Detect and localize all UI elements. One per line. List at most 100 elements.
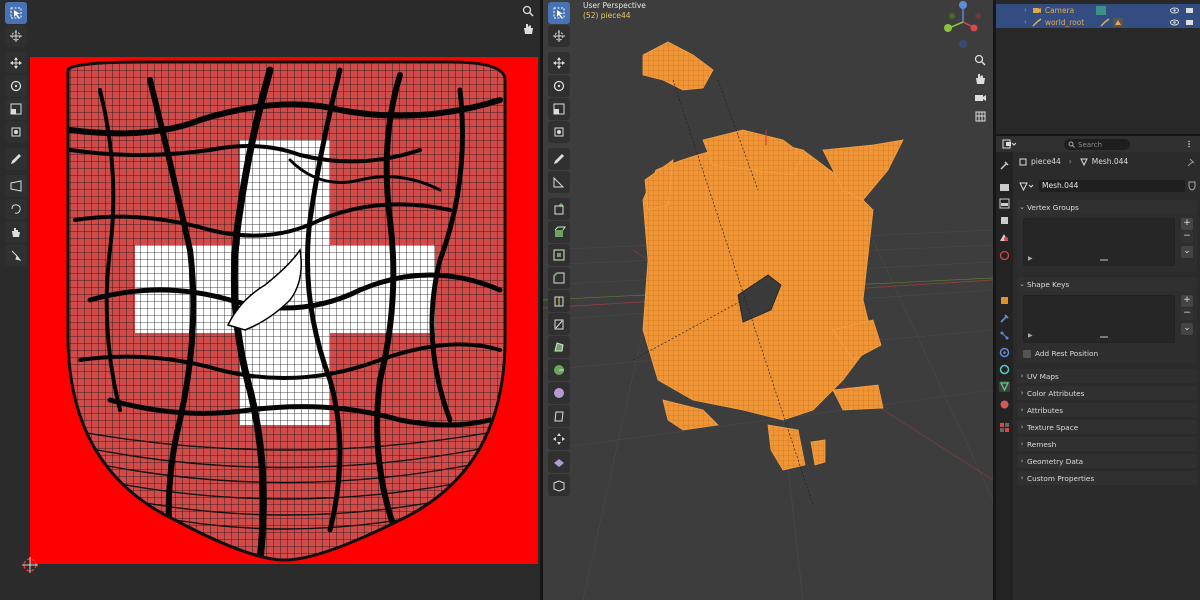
- mesh-name-field[interactable]: Mesh.044: [1039, 180, 1185, 192]
- rip-tool-button[interactable]: [5, 175, 27, 197]
- grid-icon: [975, 111, 985, 121]
- list-resize-handle-icon[interactable]: [1100, 259, 1108, 261]
- vertex-groups-header[interactable]: ⌄ Vertex Groups: [1017, 200, 1197, 214]
- uv-maps-header[interactable]: › UV Maps: [1017, 369, 1197, 383]
- add-rest-position-checkbox[interactable]: [1023, 349, 1031, 358]
- vp-extrude-tool-button[interactable]: [548, 221, 570, 243]
- vp-scale-tool-button[interactable]: [548, 98, 570, 120]
- vp-spin-tool-button[interactable]: [548, 359, 570, 381]
- 3d-viewport[interactable]: User Perspective (52) piece44: [543, 0, 993, 600]
- mesh-data-tab-icon[interactable]: [999, 381, 1010, 392]
- render-tab-icon[interactable]: [999, 181, 1010, 192]
- grab-tool-button[interactable]: [5, 198, 27, 220]
- eye-icon[interactable]: [1170, 6, 1179, 15]
- custom-properties-header[interactable]: › Custom Properties: [1017, 471, 1197, 485]
- list-resize-handle-icon[interactable]: [1100, 336, 1108, 338]
- pan-button[interactable]: [518, 18, 538, 38]
- outliner[interactable]: › Camera › world_root: [996, 0, 1200, 30]
- vp-shear-tool-button[interactable]: [548, 405, 570, 427]
- vp-smooth-tool-button[interactable]: [548, 382, 570, 404]
- vp-rip-tool-button[interactable]: [548, 451, 570, 473]
- modifier-tab-icon[interactable]: [999, 313, 1010, 324]
- uv-editor[interactable]: [0, 0, 540, 600]
- pin-icon[interactable]: [1187, 158, 1195, 166]
- select-tool-button[interactable]: [5, 2, 27, 24]
- vp-inset-tool-button[interactable]: [548, 244, 570, 266]
- cursor-tool-button[interactable]: [5, 25, 27, 47]
- navigation-gizmo[interactable]: [933, 0, 993, 52]
- attributes-header[interactable]: › Attributes: [1017, 403, 1197, 417]
- vp-loopcut-tool-button[interactable]: [548, 290, 570, 312]
- physics-tab-icon[interactable]: [999, 347, 1010, 358]
- pinch-tool-button[interactable]: [5, 244, 27, 266]
- outliner-empty-area[interactable]: [996, 30, 1200, 136]
- world-tab-icon[interactable]: [999, 250, 1010, 261]
- editor-type-icon[interactable]: [1002, 139, 1016, 149]
- vp-cube-tool-button[interactable]: [548, 474, 570, 496]
- vp-ortho-toggle-button[interactable]: [970, 106, 990, 126]
- material-tab-icon[interactable]: [999, 399, 1010, 410]
- remesh-header[interactable]: › Remesh: [1017, 437, 1197, 451]
- render-camera-icon[interactable]: [1185, 6, 1194, 15]
- particles-tab-icon[interactable]: [999, 330, 1010, 341]
- shape-keys-list[interactable]: ▶: [1023, 295, 1175, 343]
- vp-rotate-tool-button[interactable]: [548, 75, 570, 97]
- outliner-row-camera[interactable]: › Camera: [996, 4, 1200, 16]
- remove-shape-key-button[interactable]: −: [1181, 308, 1193, 320]
- properties-search[interactable]: Search: [1064, 139, 1130, 150]
- annotate-tool-button[interactable]: [5, 148, 27, 170]
- texture-space-header[interactable]: › Texture Space: [1017, 420, 1197, 434]
- eye-icon[interactable]: [1170, 18, 1179, 27]
- area-divider[interactable]: [996, 134, 1200, 136]
- add-vertex-group-button[interactable]: +: [1181, 218, 1193, 230]
- vp-transform-tool-button[interactable]: [548, 121, 570, 143]
- texture-tab-icon[interactable]: [999, 422, 1010, 433]
- options-dots-icon[interactable]: [1186, 140, 1192, 148]
- mesh-datablock-icon[interactable]: [1019, 182, 1035, 191]
- scene-tab-icon[interactable]: [999, 232, 1010, 243]
- outliner-row-world-root[interactable]: › world_root: [996, 16, 1200, 28]
- add-rest-position-row[interactable]: Add Rest Position: [1023, 349, 1098, 358]
- vertex-groups-label: Vertex Groups: [1027, 202, 1079, 212]
- shape-keys-header[interactable]: ⌄ Shape Keys: [1017, 277, 1197, 291]
- vp-cursor-tool-button[interactable]: [548, 25, 570, 47]
- move-tool-button[interactable]: [5, 52, 27, 74]
- vertex-group-specials-button[interactable]: ⌄: [1181, 246, 1193, 258]
- shape-key-specials-button[interactable]: ⌄: [1181, 323, 1193, 335]
- rotate-tool-button[interactable]: [5, 75, 27, 97]
- object-tab-icon[interactable]: [999, 295, 1010, 306]
- vp-camera-view-button[interactable]: [970, 87, 990, 107]
- tool-tab-icon[interactable]: [999, 160, 1010, 171]
- chevron-right-icon[interactable]: ›: [1024, 6, 1027, 14]
- list-expand-icon[interactable]: ▶: [1028, 332, 1033, 339]
- color-attributes-header[interactable]: › Color Attributes: [1017, 386, 1197, 400]
- vertex-groups-list[interactable]: ▶: [1023, 218, 1175, 266]
- vp-move-tool-button[interactable]: [548, 52, 570, 74]
- remove-vertex-group-button[interactable]: −: [1181, 231, 1193, 243]
- constraints-tab-icon[interactable]: [999, 364, 1010, 375]
- viewport-canvas[interactable]: [543, 0, 993, 600]
- chevron-right-icon[interactable]: ›: [1024, 18, 1027, 26]
- add-shape-key-button[interactable]: +: [1181, 295, 1193, 307]
- vp-pan-button[interactable]: [970, 68, 990, 88]
- vp-annotate-tool-button[interactable]: [548, 148, 570, 170]
- vp-select-tool-button[interactable]: [548, 2, 570, 24]
- geometry-data-header[interactable]: › Geometry Data: [1017, 454, 1197, 468]
- vp-measure-tool-button[interactable]: [548, 171, 570, 193]
- vp-add-cube-tool-button[interactable]: [548, 198, 570, 220]
- view-layer-tab-icon[interactable]: [999, 215, 1010, 226]
- vp-bevel-tool-button[interactable]: [548, 267, 570, 289]
- scale-tool-button[interactable]: [5, 98, 27, 120]
- transform-tool-button[interactable]: [5, 121, 27, 143]
- fake-user-shield-icon[interactable]: [1187, 181, 1197, 191]
- vp-shrink-tool-button[interactable]: [548, 428, 570, 450]
- vp-polybuild-tool-button[interactable]: [548, 336, 570, 358]
- output-tab-icon[interactable]: [999, 198, 1010, 209]
- render-camera-icon[interactable]: [1185, 18, 1194, 27]
- orange-mesh-object[interactable]: [642, 41, 904, 471]
- vp-zoom-button[interactable]: [970, 50, 990, 70]
- uv-canvas[interactable]: [0, 0, 540, 600]
- relax-tool-button[interactable]: [5, 221, 27, 243]
- vp-knife-tool-button[interactable]: [548, 313, 570, 335]
- list-expand-icon[interactable]: ▶: [1028, 255, 1033, 262]
